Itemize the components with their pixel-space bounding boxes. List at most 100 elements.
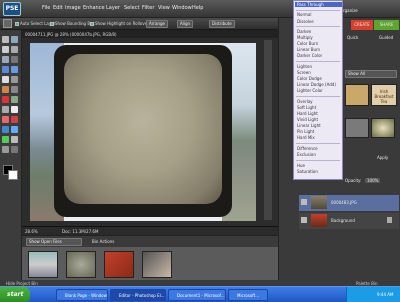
checkbox-icon[interactable] [50,21,54,26]
menu-image[interactable]: Image [65,5,81,11]
smart-brush-tool-icon[interactable] [11,116,18,123]
eye-icon[interactable] [301,199,307,205]
vertical-scrollbar[interactable] [264,40,272,220]
opacity-value[interactable]: 100% [365,178,381,183]
show-open-files-select[interactable]: Show Open Files [26,238,82,246]
brush-tool-icon[interactable] [2,116,9,123]
zoom-level[interactable]: 28.6% [25,229,38,234]
tab-share[interactable]: SHARE [374,20,399,30]
blend-mode-screen[interactable]: Screen [297,70,311,75]
blend-mode-linear-light[interactable]: Linear Light [297,123,321,128]
blend-mode-dissolve[interactable]: Dissolve [297,19,314,24]
hand-tool-icon[interactable] [2,46,9,53]
layer-row[interactable]: 0000483.JPG [299,195,399,211]
arrange-button[interactable]: Arrange [146,20,168,28]
menu-help[interactable]: Help [192,5,203,11]
type-tool-icon[interactable] [2,76,9,83]
blend-mode-dropdown[interactable]: Pass Through Normal Dissolve Darken Mult… [293,0,343,180]
blend-mode-multiply[interactable]: Multiply [297,35,313,40]
red-eye-tool-icon[interactable] [2,96,9,103]
blend-mode-pass-through[interactable]: Pass Through [297,2,324,7]
blend-mode-hard-mix[interactable]: Hard Mix [297,135,315,140]
sponge-tool-icon[interactable] [2,146,9,153]
tab-quick[interactable]: Quick [347,35,358,40]
effect-thumbnail[interactable] [345,118,369,138]
eraser-tool-icon[interactable] [11,106,18,113]
document-title: 00004711.JPG @ 28% (0000047b.JPG, RGB/8) [22,30,278,38]
move-tool-icon[interactable] [2,36,9,43]
blend-mode-color-burn[interactable]: Color Burn [297,41,318,46]
apply-button[interactable]: Apply [377,155,388,160]
align-button[interactable]: Align [177,20,194,28]
distribute-button[interactable]: Distribute [209,20,235,28]
blend-mode-darker-color[interactable]: Darker Color [297,53,322,58]
bin-thumbnail[interactable] [104,251,134,278]
blend-mode-linear-burn[interactable]: Linear Burn [297,47,320,52]
tab-create[interactable]: CREATE [351,20,373,30]
checkbox-icon[interactable] [90,21,94,26]
marquee-tool-icon[interactable] [2,56,9,63]
start-button[interactable]: start [0,287,30,302]
tab-guided[interactable]: Guided [379,35,393,40]
taskbar-item[interactable]: Editor - Photoshop El... [110,289,166,301]
blend-mode-hard-light[interactable]: Hard Light [297,111,318,116]
gradient-tool-icon[interactable] [11,126,18,133]
blend-mode-darken[interactable]: Darken [297,29,311,34]
background-color-swatch[interactable] [8,170,18,180]
image-canvas[interactable] [30,43,256,221]
shape-tool-icon[interactable] [2,136,9,143]
menu-view[interactable]: View [158,5,170,11]
blend-mode-hue[interactable]: Hue [297,163,305,168]
eyedropper-tool-icon[interactable] [11,46,18,53]
menu-layer[interactable]: Layer [106,5,120,11]
zoom-tool-icon[interactable] [11,36,18,43]
effect-irish-breakfast-tea[interactable]: Irish Breakfast Tea [371,84,397,106]
organizer-label[interactable]: rganize [343,8,358,13]
menu-select[interactable]: Select [124,5,139,11]
effect-thumbnail[interactable] [371,118,395,138]
blend-mode-lighter-color[interactable]: Lighter Color [297,88,323,93]
blend-mode-saturation[interactable]: Saturation [297,169,318,174]
taskbar-item[interactable]: Microsoft... [228,289,268,301]
blend-mode-exclusion[interactable]: Exclusion [297,152,316,157]
straighten-tool-icon[interactable] [11,86,18,93]
blend-mode-linear-dodge[interactable]: Linear Dodge (Add) [297,82,336,87]
blend-mode-normal[interactable]: Normal [297,12,311,17]
blend-mode-difference[interactable]: Difference [297,146,318,151]
checkbox-icon[interactable] [15,21,19,26]
effects-filter-select[interactable]: Show All [345,70,397,78]
bin-thumbnail[interactable] [66,251,96,278]
taskbar-item[interactable]: Document1 - Microsof... [168,289,226,301]
quick-selection-tool-icon[interactable] [11,66,18,73]
menu-filter[interactable]: Filter [142,5,154,11]
ttv-frame-layer[interactable] [54,45,232,217]
taskbar-item[interactable]: Blank Page - Window... [56,289,108,301]
magic-wand-tool-icon[interactable] [2,66,9,73]
layer-row[interactable]: Background [299,213,399,229]
show-bounding-box-option[interactable]: Show Bounding Box [50,21,95,26]
menu-file[interactable]: File [42,5,50,11]
pencil-tool-icon[interactable] [11,146,18,153]
blend-mode-soft-light[interactable]: Soft Light [297,105,316,110]
blur-tool-icon[interactable] [11,136,18,143]
lasso-tool-icon[interactable] [11,56,18,63]
clone-stamp-tool-icon[interactable] [2,106,9,113]
blend-mode-pin-light[interactable]: Pin Light [297,129,314,134]
eye-icon[interactable] [301,217,307,223]
cookie-cutter-tool-icon[interactable] [2,86,9,93]
blend-mode-lighten[interactable]: Lighten [297,64,312,69]
bin-thumbnail[interactable] [142,251,172,278]
blend-mode-overlay[interactable]: Overlay [297,99,313,104]
paint-bucket-tool-icon[interactable] [2,126,9,133]
menu-window[interactable]: Window [172,5,192,11]
menu-enhance[interactable]: Enhance [83,5,105,11]
effect-thumbnail[interactable] [345,84,369,106]
bin-thumbnail[interactable] [28,251,58,278]
bin-actions-button[interactable]: Bin Actions [92,239,114,244]
blend-mode-vivid-light[interactable]: Vivid Light [297,117,318,122]
show-highlight-option[interactable]: Show Highlight on Rollover [90,21,149,26]
blend-mode-color-dodge[interactable]: Color Dodge [297,76,322,81]
menu-edit[interactable]: Edit [53,5,63,11]
crop-tool-icon[interactable] [11,76,18,83]
healing-brush-tool-icon[interactable] [11,96,18,103]
